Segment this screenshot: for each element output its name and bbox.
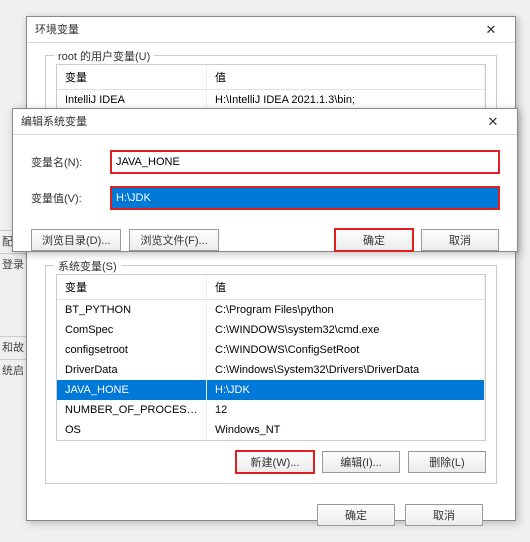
delete-button[interactable]: 删除(L) <box>408 451 486 473</box>
close-icon[interactable]: ✕ <box>477 109 509 135</box>
env-titlebar: 环境变量 ✕ <box>27 17 515 43</box>
browse-dir-button[interactable]: 浏览目录(D)... <box>31 229 121 251</box>
edit-titlebar: 编辑系统变量 ✕ <box>13 109 517 135</box>
list-item[interactable]: BT_PYTHONC:\Program Files\python <box>57 300 485 320</box>
edit-button[interactable]: 编辑(I)... <box>322 451 400 473</box>
var-value-input[interactable] <box>111 187 499 209</box>
var-name-input[interactable] <box>111 151 499 173</box>
system-vars-list[interactable]: 变量 值 BT_PYTHONC:\Program Files\python Co… <box>56 274 486 441</box>
env-title: 环境变量 <box>35 17 79 43</box>
close-icon[interactable]: ✕ <box>475 17 507 43</box>
list-item[interactable]: ComSpecC:\WINDOWS\system32\cmd.exe <box>57 320 485 340</box>
cancel-button[interactable]: 取消 <box>421 229 499 251</box>
user-vars-list[interactable]: 变量 值 IntelliJ IDEA H:\IntelliJ IDEA 2021… <box>56 64 486 112</box>
list-item[interactable]: configsetrootC:\WINDOWS\ConfigSetRoot <box>57 340 485 360</box>
list-header: 变量 值 <box>57 275 485 300</box>
cancel-button[interactable]: 取消 <box>405 504 483 526</box>
list-item[interactable]: JAVA_HONEH:\JDK <box>57 380 485 400</box>
var-value-label: 变量值(V): <box>31 190 111 206</box>
ok-button[interactable]: 确定 <box>317 504 395 526</box>
list-item[interactable]: IntelliJ IDEA H:\IntelliJ IDEA 2021.1.3\… <box>57 90 485 110</box>
list-item[interactable]: DriverDataC:\Windows\System32\Drivers\Dr… <box>57 360 485 380</box>
user-vars-legend: root 的用户变量(U) <box>54 48 154 64</box>
env-variables-dialog: 环境变量 ✕ root 的用户变量(U) 变量 值 IntelliJ IDEA … <box>26 16 516 521</box>
new-button[interactable]: 新建(W)... <box>236 451 314 473</box>
edit-title: 编辑系统变量 <box>21 109 87 135</box>
system-vars-group: 系统变量(S) 变量 值 BT_PYTHONC:\Program Files\p… <box>45 265 497 484</box>
ok-button[interactable]: 确定 <box>335 229 413 251</box>
list-header: 变量 值 <box>57 65 485 90</box>
var-name-label: 变量名(N): <box>31 154 111 170</box>
list-item[interactable]: NUMBER_OF_PROCESSORS12 <box>57 400 485 420</box>
browse-file-button[interactable]: 浏览文件(F)... <box>129 229 218 251</box>
list-item[interactable]: OSWindows_NT <box>57 420 485 440</box>
edit-variable-dialog: 编辑系统变量 ✕ 变量名(N): 变量值(V): 浏览目录(D)... 浏览文件… <box>12 108 518 252</box>
